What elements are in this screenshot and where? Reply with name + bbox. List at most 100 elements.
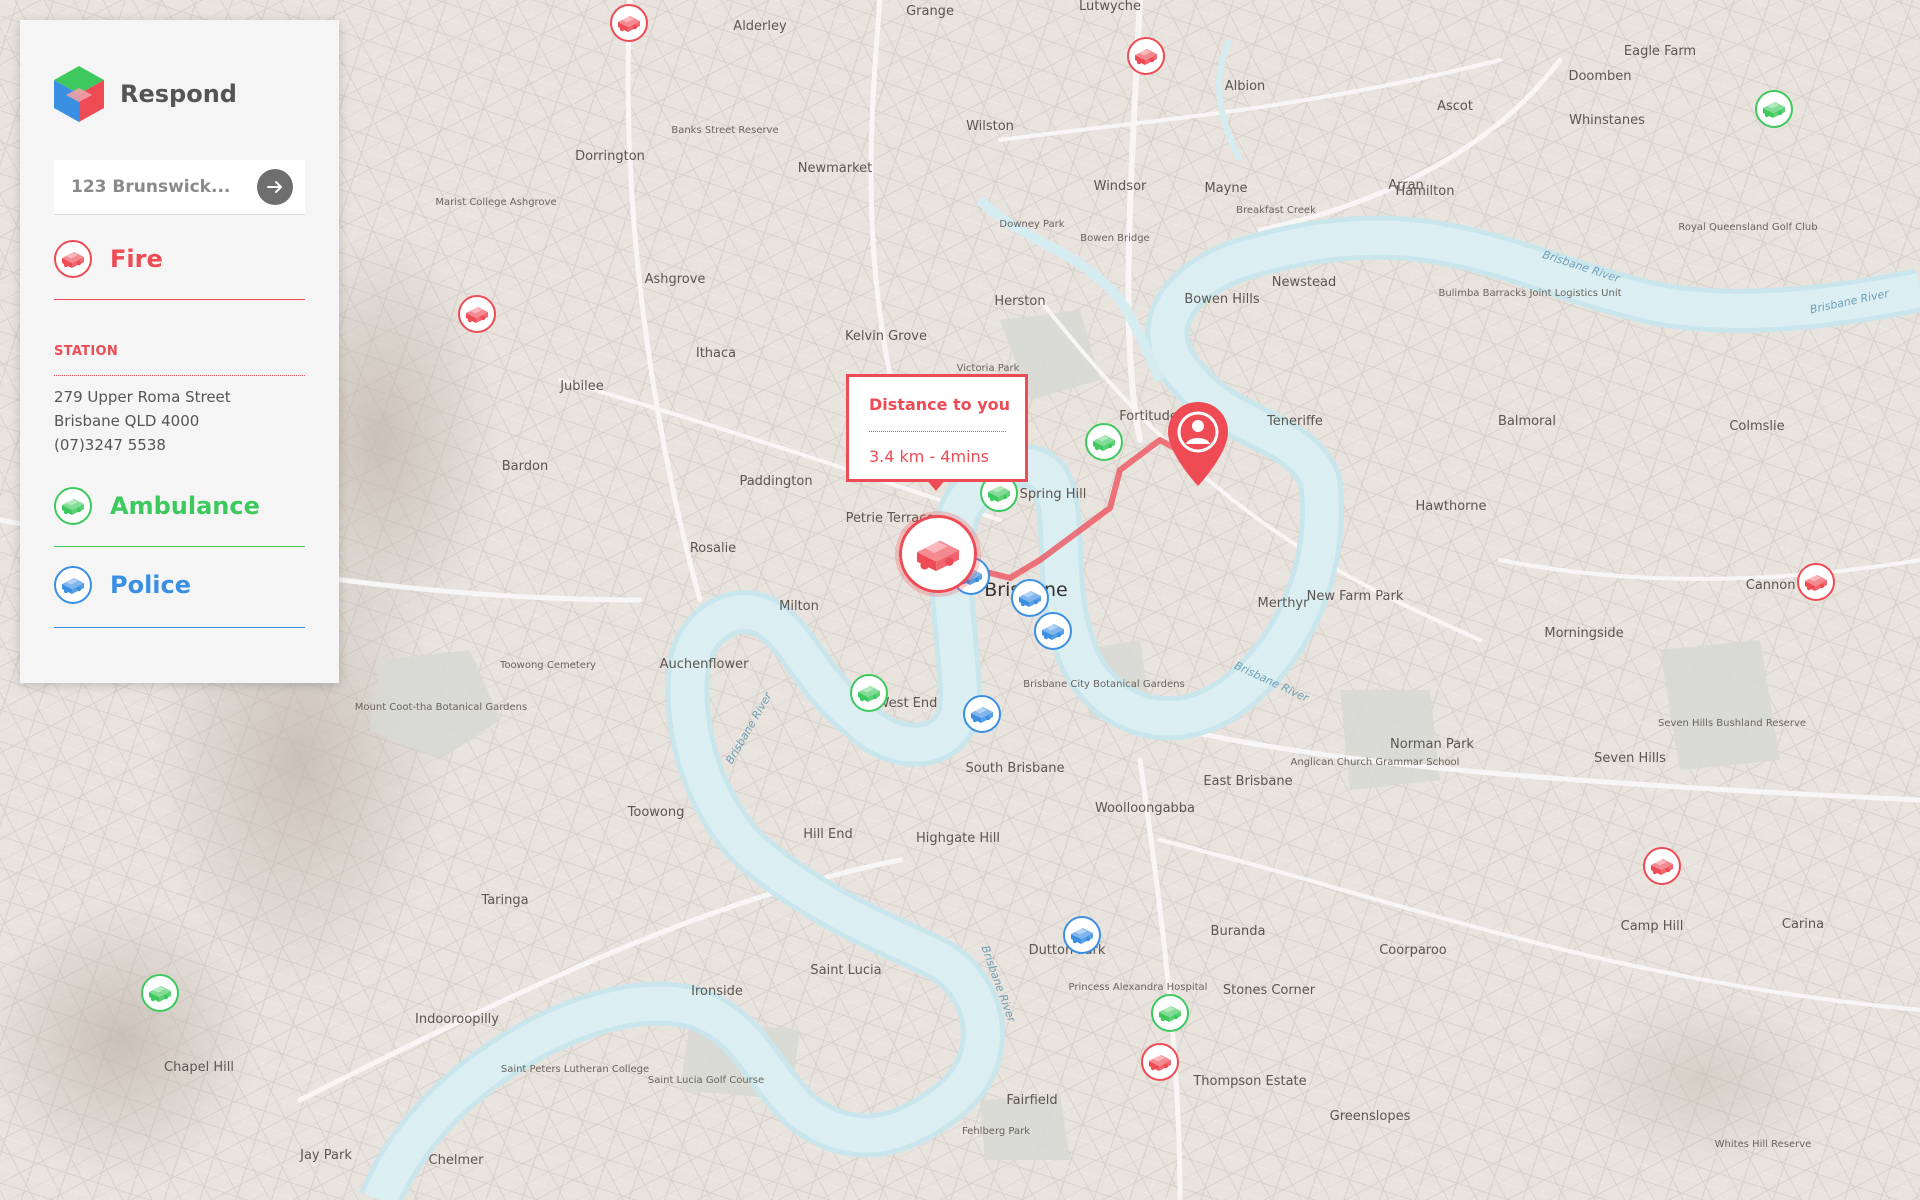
fire-vehicle-icon [54, 240, 92, 278]
vehicle-icon [466, 307, 488, 323]
place-label: Auchenflower [660, 657, 750, 672]
place-label: Buranda [1211, 924, 1266, 939]
place-label: Merthyr [1258, 596, 1310, 611]
vehicle-icon [1135, 49, 1157, 65]
place-label: Albion [1225, 79, 1266, 94]
ambulance-marker[interactable] [1755, 90, 1793, 128]
search-go-button[interactable] [257, 169, 293, 205]
place-label: Banks Street Reserve [671, 125, 778, 136]
police-marker[interactable] [1011, 579, 1049, 617]
place-label: Chapel Hill [164, 1060, 234, 1075]
place-label: New Farm Park [1307, 589, 1404, 604]
category-ambulance[interactable]: Ambulance [54, 487, 305, 525]
search-box [54, 160, 305, 215]
place-label: Ithaca [696, 346, 736, 361]
category-fire[interactable]: Fire [54, 240, 305, 278]
place-label: Stones Corner [1223, 983, 1316, 998]
place-label: Windsor [1094, 179, 1147, 194]
ambulance-marker[interactable] [141, 974, 179, 1012]
place-label: Dorrington [575, 149, 645, 164]
place-label: Princess Alexandra Hospital [1069, 982, 1208, 993]
vehicle-icon [858, 686, 880, 702]
place-label: Camp Hill [1621, 919, 1684, 934]
side-panel: Respond Fire STATION 279 Upper Roma Stre… [20, 20, 339, 683]
tooltip-distance: 3.4 km - 4mins [869, 447, 990, 466]
vehicle-icon [1149, 1055, 1171, 1071]
place-label: Fairfield [1006, 1093, 1057, 1108]
vehicle-icon [1071, 928, 1093, 944]
place-label: Brisbane City Botanical Gardens [1023, 679, 1184, 690]
place-label: Bulimba Barracks Joint Logistics Unit [1438, 288, 1621, 299]
place-label: Kelvin Grove [845, 329, 927, 344]
place-label: East Brisbane [1203, 774, 1292, 789]
station-address-line2: Brisbane QLD 4000 [54, 412, 200, 430]
fire-marker[interactable] [610, 4, 648, 42]
place-label: Chelmer [429, 1153, 485, 1168]
tooltip-title: Distance to you [869, 395, 1011, 414]
ambulance-marker[interactable] [1085, 423, 1123, 461]
place-label: Bowen Hills [1184, 292, 1259, 307]
police-marker[interactable] [1034, 612, 1072, 650]
vehicle-icon [1763, 102, 1785, 118]
place-label: Seven Hills Bushland Reserve [1658, 718, 1806, 729]
vehicle-icon [1651, 859, 1673, 875]
user-location-icon[interactable] [1166, 400, 1230, 490]
police-marker[interactable] [1063, 916, 1101, 954]
place-label: Taringa [480, 893, 528, 908]
cube-logo-icon [54, 66, 104, 122]
place-label: Ironside [691, 984, 743, 999]
station-heading: STATION [54, 344, 119, 359]
category-fire-label: Fire [110, 245, 163, 273]
place-label: Seven Hills [1594, 751, 1666, 766]
vehicle-icon [618, 16, 640, 32]
place-label: Highgate Hill [916, 831, 1000, 846]
place-label: Eagle Farm [1624, 44, 1696, 59]
vehicle-icon [988, 486, 1010, 502]
place-label: South Brisbane [965, 761, 1064, 776]
place-label: Breakfast Creek [1236, 205, 1316, 216]
fire-marker[interactable] [1797, 563, 1835, 601]
fire-marker[interactable] [1127, 37, 1165, 75]
place-label: Mount Coot-tha Botanical Gardens [355, 702, 527, 713]
arrow-right-icon [267, 181, 282, 193]
place-label: Royal Queensland Golf Club [1678, 222, 1817, 233]
place-label: Anglican Church Grammar School [1291, 757, 1460, 768]
place-label: Bardon [502, 459, 548, 474]
ambulance-marker[interactable] [1151, 994, 1189, 1032]
ambulance-divider [54, 546, 305, 547]
police-divider [54, 627, 305, 628]
category-police[interactable]: Police [54, 566, 305, 604]
place-label: Lutwyche [1079, 0, 1141, 14]
fire-marker[interactable] [1643, 847, 1681, 885]
vehicle-icon [149, 986, 171, 1002]
place-label: Marist College Ashgrove [435, 197, 556, 208]
vehicle-icon [971, 707, 993, 723]
place-label: Saint Peters Lutheran College [501, 1064, 649, 1075]
place-label: Newmarket [798, 161, 873, 176]
place-label: Victoria Park [957, 363, 1020, 374]
fire-marker[interactable] [458, 295, 496, 333]
place-label: Mayne [1204, 181, 1247, 196]
search-input[interactable] [71, 174, 261, 200]
place-label: Morningside [1544, 626, 1623, 641]
place-label: Bowen Bridge [1080, 233, 1149, 244]
place-label: Alderley [733, 19, 787, 34]
place-label: Paddington [739, 474, 812, 489]
place-label: Hawthorne [1415, 499, 1486, 514]
category-ambulance-label: Ambulance [110, 492, 260, 520]
place-label: Newstead [1272, 275, 1336, 290]
police-marker[interactable] [963, 695, 1001, 733]
ambulance-marker[interactable] [850, 674, 888, 712]
ambulance-vehicle-icon [54, 487, 92, 525]
tooltip-divider [869, 431, 1006, 432]
place-label: Jay Park [299, 1148, 352, 1163]
tooltip-arrow [926, 479, 946, 491]
category-police-label: Police [110, 571, 192, 599]
place-label: Thompson Estate [1192, 1074, 1306, 1089]
station-phone: (07)3247 5538 [54, 436, 166, 454]
place-label: Carina [1782, 917, 1824, 932]
place-label: Arran [1388, 178, 1424, 193]
vehicle-icon [1042, 624, 1064, 640]
fire-marker[interactable] [1141, 1043, 1179, 1081]
selected-fire-marker[interactable] [899, 515, 977, 593]
